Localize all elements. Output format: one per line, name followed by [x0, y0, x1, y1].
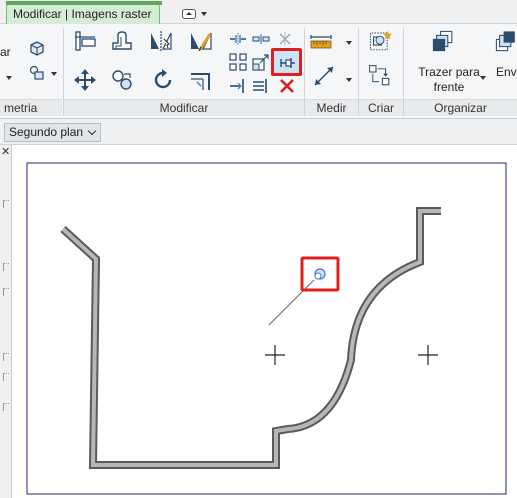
unpin-icon[interactable]	[276, 30, 294, 48]
raster-leader-line	[268, 279, 315, 326]
gutter-profile-outline	[60, 207, 441, 469]
palette-edge-mark	[3, 353, 9, 361]
offset-icon[interactable]	[110, 29, 134, 53]
measure-between-references-icon[interactable]	[309, 32, 333, 56]
mirror-draw-axis-icon[interactable]	[189, 29, 213, 53]
close-icon[interactable]: ✕	[1, 147, 10, 158]
split-with-gap-icon[interactable]	[252, 30, 270, 48]
properties-palette-edge: ✕	[0, 145, 12, 498]
palette-edge-mark	[3, 288, 9, 296]
pin-icon	[280, 58, 295, 68]
palette-edge-mark	[3, 373, 9, 381]
options-bar: Segundo plan	[0, 119, 517, 145]
minimize-ribbon-icon	[182, 9, 196, 19]
wall-join-icon[interactable]	[28, 64, 46, 82]
trim-extend-corner-icon[interactable]	[189, 68, 213, 92]
chevron-down-icon	[87, 126, 97, 136]
chevron-down-icon[interactable]	[480, 76, 486, 80]
send-to-back-icon[interactable]	[494, 29, 517, 59]
pin-button[interactable]	[271, 48, 302, 76]
cut-geometry-icon[interactable]	[28, 40, 46, 58]
palette-edge-mark	[3, 200, 9, 208]
aligned-dimension-icon[interactable]	[312, 64, 336, 88]
reference-crosshair	[265, 345, 285, 365]
chevron-down-icon[interactable]	[346, 41, 352, 45]
drawing-view[interactable]	[13, 145, 517, 498]
background-select-value: Segundo plan	[9, 125, 84, 139]
drawing-canvas	[26, 162, 507, 495]
create-similar-icon[interactable]	[368, 64, 398, 94]
copy-icon[interactable]	[110, 68, 134, 92]
align-icon[interactable]	[73, 29, 97, 53]
panel-title-measure: Medir	[305, 99, 358, 116]
panel-display-toggle[interactable]	[182, 8, 209, 20]
panel-title-arrange: Organizar	[404, 99, 517, 116]
array-icon[interactable]	[229, 53, 247, 71]
trim-extend-multiple-icon[interactable]	[252, 77, 270, 95]
chevron-down-icon	[201, 12, 207, 16]
chevron-down-icon[interactable]	[6, 76, 12, 80]
mirror-pick-axis-icon[interactable]	[149, 29, 173, 53]
split-element-icon[interactable]	[229, 30, 247, 48]
bring-to-front-icon[interactable]	[431, 29, 461, 59]
bring-to-front-button[interactable]: Trazer para frente	[416, 65, 482, 95]
chevron-down-icon[interactable]	[346, 78, 352, 82]
send-to-back-label[interactable]: Env	[496, 65, 517, 79]
join-dropdown-label[interactable]: ar	[0, 45, 11, 59]
move-icon[interactable]	[73, 68, 97, 92]
panel-title-geometry: metria	[0, 99, 62, 116]
tab-modify-raster-images[interactable]: Modificar | Imagens raster	[6, 1, 162, 25]
ribbon: ar metria Modificar Medir Criar Trazer p…	[0, 24, 517, 119]
gutter-profile-fill[interactable]	[61, 209, 441, 467]
scale-icon[interactable]	[252, 53, 270, 71]
reference-crosshair	[418, 345, 438, 365]
background-foreground-select[interactable]: Segundo plan	[4, 123, 101, 142]
create-group-icon[interactable]	[368, 29, 398, 59]
chevron-down-icon[interactable]	[51, 72, 57, 76]
ribbon-tab-strip: Modificar | Imagens raster	[0, 0, 517, 25]
trim-extend-single-icon[interactable]	[229, 77, 247, 95]
panel-title-modify: Modificar	[64, 99, 304, 116]
palette-edge-mark	[3, 263, 9, 271]
rotate-icon[interactable]	[151, 68, 175, 92]
panel-title-create: Criar	[359, 99, 403, 116]
delete-icon[interactable]	[278, 77, 296, 95]
palette-edge-mark	[3, 403, 9, 411]
raster-image-grip-icon[interactable]	[314, 268, 326, 280]
